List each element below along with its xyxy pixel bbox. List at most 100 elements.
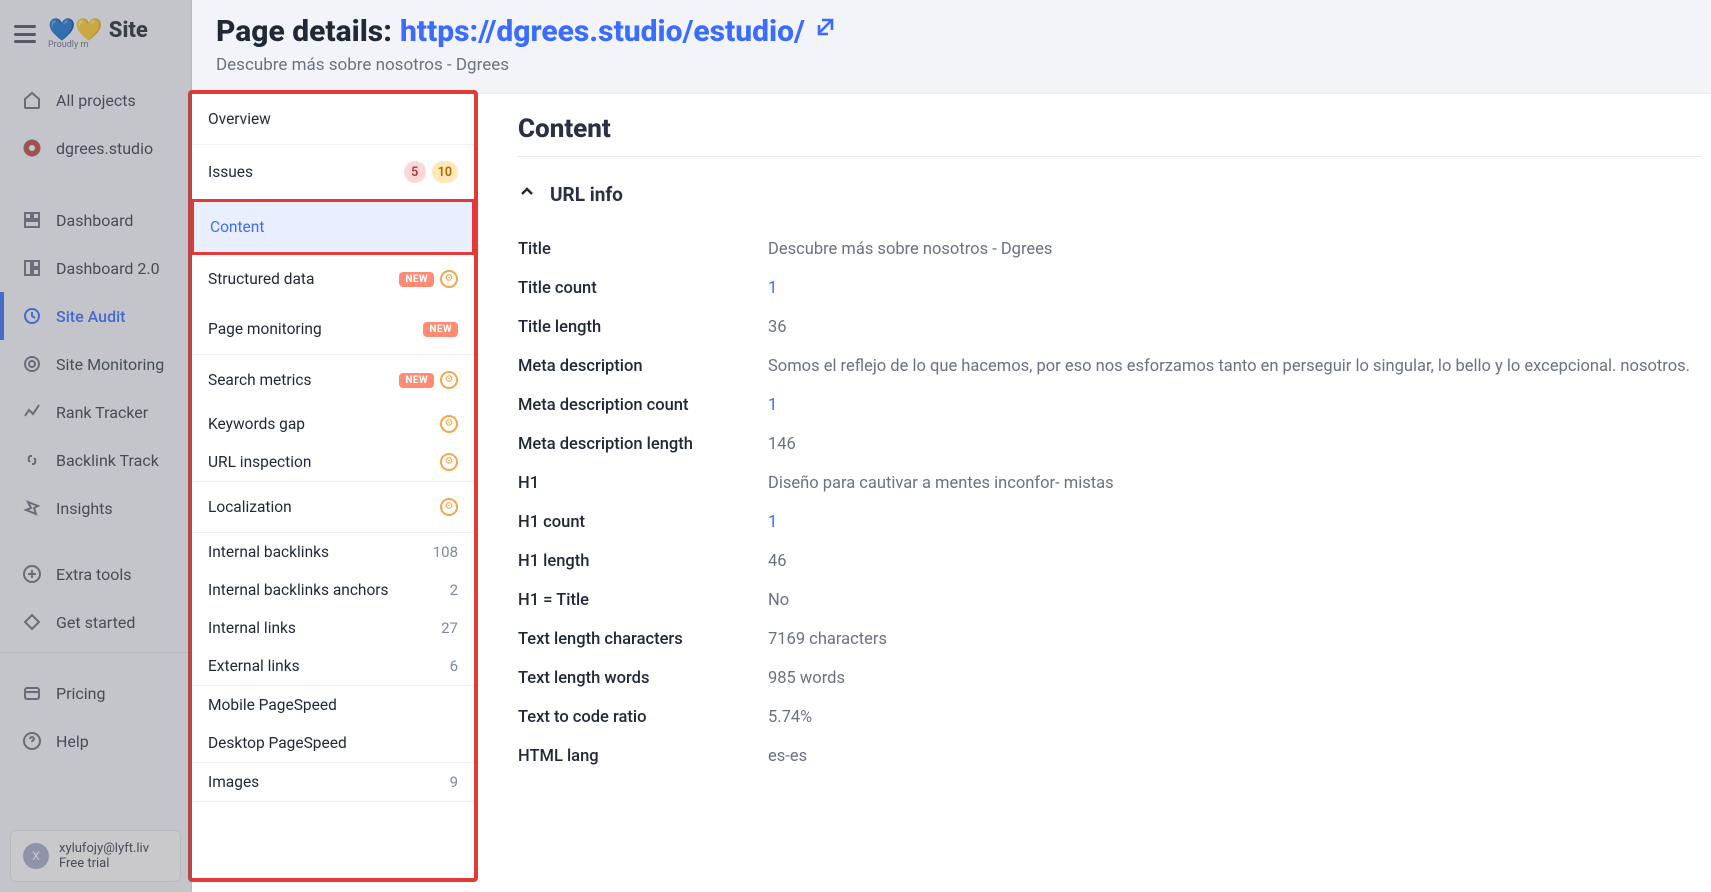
tab-mobile-pagespeed[interactable]: Mobile PageSpeed	[192, 686, 474, 724]
sidebar-item-label: Site Monitoring	[56, 355, 164, 374]
sidebar-item-monitoring[interactable]: Site Monitoring	[0, 340, 191, 388]
metric-value: 6	[450, 657, 458, 675]
gear-icon	[440, 270, 458, 288]
tab-label: Desktop PageSpeed	[208, 734, 347, 752]
sidebar-item-label: Insights	[56, 499, 113, 518]
row-val: 36	[768, 318, 787, 337]
row-val[interactable]: 1	[768, 396, 777, 415]
external-link-icon[interactable]	[813, 14, 839, 49]
sidebar-item-label: Dashboard	[56, 211, 133, 230]
sidebar-item-get-started[interactable]: Get started	[0, 598, 191, 646]
logo[interactable]: 💙💛Site Proudly m	[48, 18, 148, 50]
row-text-words: Text length words 985 words	[518, 659, 1701, 698]
rank-icon	[22, 402, 42, 422]
tab-localization[interactable]: Localization	[192, 482, 474, 532]
start-icon	[22, 612, 42, 632]
row-val[interactable]: 1	[768, 513, 777, 532]
gear-icon	[440, 415, 458, 433]
row-meta-length: Meta description length 146	[518, 425, 1701, 464]
sidebar-item-label: Dashboard 2.0	[56, 259, 160, 278]
tab-issues[interactable]: Issues 5 10	[192, 145, 474, 199]
content-heading: Content	[518, 114, 1701, 144]
sidebar-item-dashboard[interactable]: Dashboard	[0, 196, 191, 244]
audit-icon	[22, 306, 42, 326]
tab-label: Search metrics	[208, 371, 311, 389]
sidebar-item-backlink[interactable]: Backlink Track	[0, 436, 191, 484]
divider	[518, 156, 1701, 157]
chevron-up-icon	[518, 183, 536, 206]
sidebar-item-project[interactable]: dgrees.studio	[0, 124, 191, 172]
tab-label: URL inspection	[208, 453, 311, 471]
dashboard-icon	[22, 210, 42, 230]
metric-value: 9	[450, 773, 458, 791]
tab-url-inspection[interactable]: URL inspection	[192, 443, 474, 481]
tab-internal-links[interactable]: Internal links 27	[192, 609, 474, 647]
row-key: Meta description count	[518, 396, 768, 415]
tab-structured-data[interactable]: Structured data NEW	[192, 254, 474, 304]
sidebar-item-dashboard2[interactable]: Dashboard 2.0	[0, 244, 191, 292]
hamburger-icon[interactable]	[14, 25, 36, 43]
tab-content[interactable]: Content	[191, 199, 475, 255]
tab-images[interactable]: Images 9	[192, 763, 474, 801]
page-subtitle: Descubre más sobre nosotros - Dgrees	[216, 55, 1687, 75]
section-toggle-url-info[interactable]: URL info	[518, 175, 1701, 214]
row-val: 7169 characters	[768, 630, 887, 649]
row-title: Title Descubre más sobre nosotros - Dgre…	[518, 230, 1701, 269]
new-badge: NEW	[399, 373, 434, 388]
url-info-table: Title Descubre más sobre nosotros - Dgre…	[518, 230, 1701, 776]
row-key: H1 count	[518, 513, 768, 532]
tab-desktop-pagespeed[interactable]: Desktop PageSpeed	[192, 724, 474, 762]
gear-icon	[440, 453, 458, 471]
sidebar-item-label: Site Audit	[56, 307, 125, 326]
sidebar-item-site-audit[interactable]: Site Audit	[0, 292, 191, 340]
row-meta-count: Meta description count 1	[518, 386, 1701, 425]
tab-overview[interactable]: Overview	[192, 94, 474, 144]
metric-value: 2	[450, 581, 458, 599]
plus-icon	[22, 564, 42, 584]
sidebar-item-help[interactable]: Help	[0, 717, 191, 765]
row-key: H1 = Title	[518, 591, 768, 610]
tab-page-monitoring[interactable]: Page monitoring NEW	[192, 304, 474, 354]
tab-search-metrics[interactable]: Search metrics NEW	[192, 355, 474, 405]
tab-label: Content	[210, 218, 264, 236]
tab-label: Structured data	[208, 270, 314, 288]
row-val: 146	[768, 435, 796, 454]
metric-value: 108	[433, 543, 458, 561]
sidebar-item-pricing[interactable]: Pricing	[0, 669, 191, 717]
sidebar-item-extra-tools[interactable]: Extra tools	[0, 550, 191, 598]
sidebar-item-label: Help	[56, 732, 89, 751]
home-icon	[22, 90, 42, 110]
gear-icon	[440, 371, 458, 389]
issues-red-badge: 5	[404, 161, 426, 183]
section-title: URL info	[550, 183, 623, 206]
row-key: Title	[518, 240, 768, 259]
row-title-length: Title length 36	[518, 308, 1701, 347]
row-text-chars: Text length characters 7169 characters	[518, 620, 1701, 659]
tabs-column: Overview Issues 5 10 Content Structured	[188, 90, 478, 882]
new-badge: NEW	[423, 322, 458, 337]
metric-value: 27	[441, 619, 458, 637]
sidebar: 💙💛Site Proudly m All projects dgrees.stu…	[0, 0, 192, 892]
row-key: H1 length	[518, 552, 768, 571]
sidebar-item-insights[interactable]: Insights	[0, 484, 191, 532]
tab-external-links[interactable]: External links 6	[192, 647, 474, 685]
row-meta-desc: Meta description Somos el reflejo de lo …	[518, 347, 1701, 386]
tab-internal-backlinks[interactable]: Internal backlinks 108	[192, 533, 474, 571]
issues-yellow-badge: 10	[432, 161, 458, 183]
page-url-link[interactable]: https://dgrees.studio/estudio/	[400, 14, 805, 49]
tab-internal-backlinks-anchors[interactable]: Internal backlinks anchors 2	[192, 571, 474, 609]
tab-label: Internal links	[208, 619, 296, 637]
row-val[interactable]: 1	[768, 279, 777, 298]
sidebar-item-rank[interactable]: Rank Tracker	[0, 388, 191, 436]
row-h1: H1 Diseño para cautivar a mentes inconfo…	[518, 464, 1701, 503]
row-val: es-es	[768, 747, 807, 766]
brand-name: Site	[109, 18, 148, 43]
tab-keywords-gap[interactable]: Keywords gap	[192, 405, 474, 443]
tab-label: Overview	[208, 110, 271, 128]
user-card[interactable]: X xylufojy@lyft.liv Free trial	[10, 830, 181, 882]
tab-label: Page monitoring	[208, 320, 322, 338]
row-h1-count: H1 count 1	[518, 503, 1701, 542]
help-icon	[22, 731, 42, 751]
backlink-icon	[22, 450, 42, 470]
sidebar-item-all-projects[interactable]: All projects	[0, 76, 191, 124]
